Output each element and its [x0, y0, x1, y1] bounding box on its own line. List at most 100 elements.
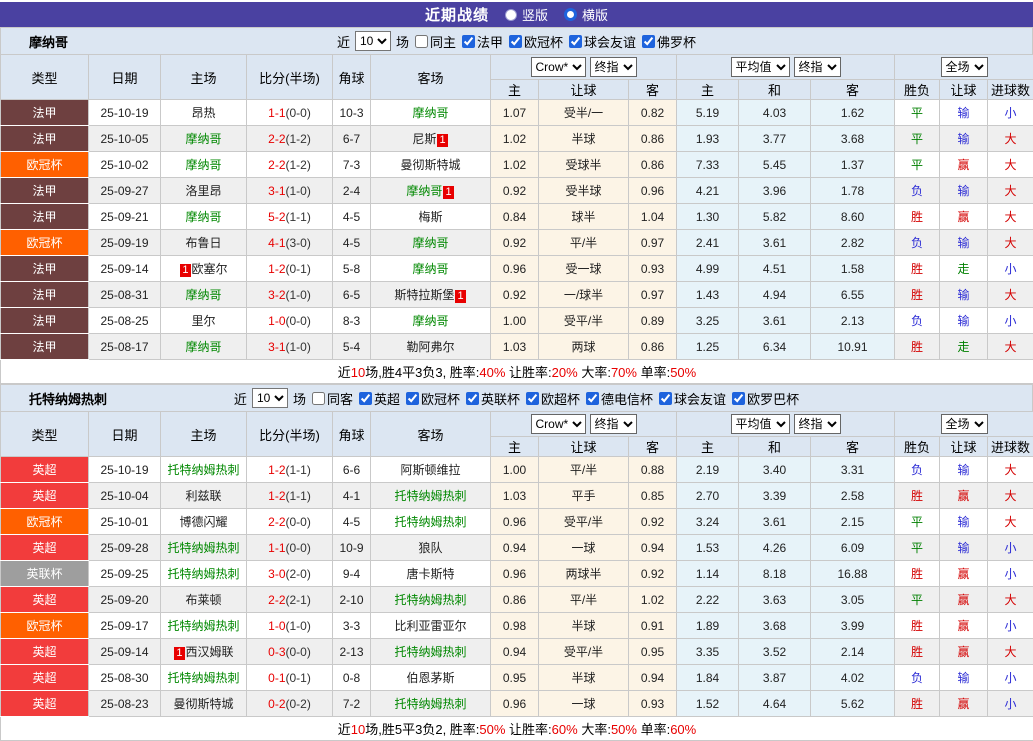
- away-team: 伯恩茅斯: [371, 665, 491, 691]
- team-name-text: 托特纳姆热刺: [167, 463, 239, 477]
- team-name-text: 摩纳哥: [412, 106, 448, 120]
- team-name-text: 比利亚雷亚尔: [394, 619, 466, 633]
- avg-away-odds: 5.62: [811, 691, 895, 717]
- league-cell: 法甲: [1, 308, 89, 334]
- table-row: 欧冠杯25-09-19布鲁日4-1(3-0)4-5摩纳哥0.92平/半0.972…: [1, 230, 1033, 256]
- league-cell: 欧冠杯: [1, 613, 89, 639]
- recent-count-select[interactable]: 10: [355, 31, 391, 51]
- fulltime-score: 2-2: [268, 515, 285, 529]
- handicap-line: 受半/一: [539, 100, 629, 126]
- same-venue-filter-checkbox[interactable]: [415, 35, 428, 48]
- average-select[interactable]: 平均值: [731, 414, 790, 434]
- sub-column-header: 胜负: [895, 437, 940, 457]
- result-goals: 小: [988, 100, 1033, 126]
- red-card-badge: 1: [180, 264, 190, 277]
- final-index-select[interactable]: 终指: [590, 414, 637, 434]
- league-filter[interactable]: 欧冠杯: [509, 32, 563, 51]
- home-team: 1欧塞尔: [161, 256, 247, 282]
- crow-away-odds: 0.86: [629, 334, 677, 360]
- league-filter-checkbox[interactable]: [586, 392, 599, 405]
- corner-cell: 6-5: [333, 282, 371, 308]
- stats-text: 单率:: [637, 365, 670, 380]
- fulltime-score: 5-2: [268, 210, 285, 224]
- crow-home-odds: 0.94: [491, 535, 539, 561]
- league-filter[interactable]: 法甲: [462, 32, 503, 51]
- league-filter-checkbox[interactable]: [509, 35, 522, 48]
- league-filter-checkbox[interactable]: [526, 392, 539, 405]
- league-filter-checkbox[interactable]: [732, 392, 745, 405]
- league-filter[interactable]: 欧罗巴杯: [732, 389, 799, 408]
- crow-select[interactable]: Crow*: [531, 414, 586, 434]
- same-venue-filter[interactable]: 同客: [312, 389, 353, 408]
- league-filter-checkbox[interactable]: [659, 392, 672, 405]
- sub-column-header: 让球: [539, 437, 629, 457]
- league-filter-checkbox[interactable]: [406, 392, 419, 405]
- full-match-select[interactable]: 全场: [941, 414, 988, 434]
- league-filter-checkbox[interactable]: [359, 392, 372, 405]
- stats-text: 大率:: [578, 722, 611, 737]
- table-row: 法甲25-10-05摩纳哥2-2(1-2)6-7尼斯11.02半球0.861.9…: [1, 126, 1033, 152]
- column-header: 角球: [333, 412, 371, 457]
- final-index-select[interactable]: 终指: [794, 57, 841, 77]
- horizontal-layout-radio[interactable]: 横版: [564, 5, 608, 24]
- date-cell: 25-09-28: [89, 535, 161, 561]
- league-filter[interactable]: 欧超杯: [526, 389, 580, 408]
- league-filter-checkbox[interactable]: [642, 35, 655, 48]
- league-filter-checkbox[interactable]: [569, 35, 582, 48]
- team-name-text: 摩纳哥: [412, 236, 448, 250]
- full-match-select[interactable]: 全场: [941, 57, 988, 77]
- league-filter[interactable]: 球会友谊: [569, 32, 636, 51]
- score-cell: 0-2(0-2): [247, 691, 333, 717]
- halftime-score: (1-2): [286, 132, 311, 146]
- same-venue-filter[interactable]: 同主: [415, 32, 456, 51]
- crow-select[interactable]: Crow*: [531, 57, 586, 77]
- date-cell: 25-09-17: [89, 613, 161, 639]
- average-select[interactable]: 平均值: [731, 57, 790, 77]
- vertical-radio-label: 竖版: [522, 5, 548, 24]
- avg-home-odds: 1.84: [677, 665, 739, 691]
- crow-away-odds: 0.97: [629, 230, 677, 256]
- final-index-select[interactable]: 终指: [590, 57, 637, 77]
- team-name-text: 博德闪耀: [179, 515, 227, 529]
- crow-away-odds: 0.93: [629, 256, 677, 282]
- away-team: 托特纳姆热刺: [371, 509, 491, 535]
- league-filter-checkbox[interactable]: [466, 392, 479, 405]
- avg-home-odds: 1.53: [677, 535, 739, 561]
- final-index-select[interactable]: 终指: [794, 414, 841, 434]
- league-filter[interactable]: 英联杯: [466, 389, 520, 408]
- result-wdl: 平: [895, 587, 940, 613]
- stats-text: 10: [351, 365, 365, 380]
- away-team: 摩纳哥: [371, 230, 491, 256]
- league-filter[interactable]: 德电信杯: [586, 389, 653, 408]
- result-goals: 大: [988, 457, 1033, 483]
- league-filter[interactable]: 英超: [359, 389, 400, 408]
- recent-label: 近: [234, 389, 247, 408]
- sub-column-header: 让球: [940, 437, 988, 457]
- score-cell: 1-0(1-0): [247, 613, 333, 639]
- league-filter[interactable]: 球会友谊: [659, 389, 726, 408]
- result-wdl: 胜: [895, 204, 940, 230]
- same-venue-filter-checkbox[interactable]: [312, 392, 325, 405]
- crow-away-odds: 0.86: [629, 126, 677, 152]
- result-goals: 小: [988, 256, 1033, 282]
- avg-away-odds: 1.58: [811, 256, 895, 282]
- handicap-line: 一球: [539, 691, 629, 717]
- recent-count-select[interactable]: 10: [252, 388, 288, 408]
- stats-text: 40%: [479, 365, 505, 380]
- league-filter-checkbox[interactable]: [462, 35, 475, 48]
- corner-cell: 7-3: [333, 152, 371, 178]
- sub-column-header: 胜负: [895, 80, 940, 100]
- result-handicap: 输: [940, 100, 988, 126]
- table-row: 英超25-09-20布莱顿2-2(2-1)2-10托特纳姆热刺0.86平/半1.…: [1, 587, 1033, 613]
- results-table: 类型日期主场比分(半场)角球客场Crow*终指平均值终指全场主让球客主和客胜负让…: [0, 54, 1033, 384]
- vertical-layout-radio[interactable]: 竖版: [505, 5, 548, 24]
- halftime-score: (0-1): [286, 671, 311, 685]
- league-filter[interactable]: 佛罗杯: [642, 32, 696, 51]
- league-cell: 英超: [1, 457, 89, 483]
- league-filter[interactable]: 欧冠杯: [406, 389, 460, 408]
- stats-text: 20%: [552, 365, 578, 380]
- stats-text: 近: [338, 365, 351, 380]
- stats-cell: 近10场,胜4平3负3, 胜率:40% 让胜率:20% 大率:70% 单率:50…: [1, 360, 1033, 384]
- result-wdl: 胜: [895, 483, 940, 509]
- column-header: 客场: [371, 55, 491, 100]
